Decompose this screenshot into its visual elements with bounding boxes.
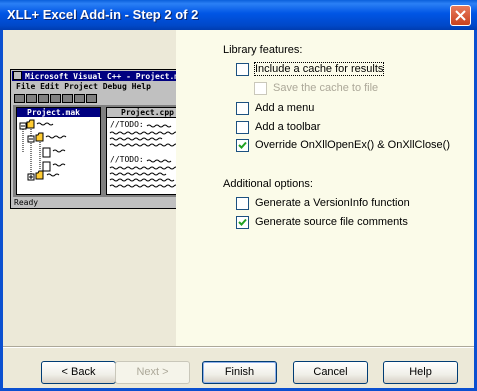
include-cache-label[interactable]: Include a cache for results xyxy=(253,62,385,76)
back-button[interactable]: < Back xyxy=(41,361,116,384)
save-cache-label: Save the cache to file xyxy=(273,82,379,94)
include-cache-checkbox[interactable]: Include a cache for results xyxy=(236,62,396,78)
add-toolbar-box[interactable] xyxy=(236,121,249,134)
library-features-heading: Library features: xyxy=(223,44,303,56)
illustration-app-title: Microsoft Visual C++ - Project.mak xyxy=(12,71,197,81)
add-menu-box[interactable] xyxy=(236,102,249,115)
source-comments-checkbox[interactable]: Generate source file comments xyxy=(236,215,436,231)
help-button[interactable]: Help xyxy=(383,361,458,384)
illustration-status-text: Ready xyxy=(14,198,39,207)
button-separator-highlight xyxy=(3,347,474,348)
illustration-toolbar-button xyxy=(86,94,97,103)
illustration-menu-project: Project xyxy=(64,82,98,91)
system-menu-icon xyxy=(13,71,22,80)
versioninfo-label[interactable]: Generate a VersionInfo function xyxy=(255,197,410,209)
additional-options-heading: Additional options: xyxy=(223,178,313,190)
finish-button[interactable]: Finish xyxy=(202,361,277,384)
illustration-ide-window: Microsoft Visual C++ - Project.mak File … xyxy=(10,69,199,209)
illustration-menu-debug: Debug xyxy=(102,82,127,91)
checkmark-icon xyxy=(238,141,247,149)
wizard-illustration: Microsoft Visual C++ - Project.mak File … xyxy=(3,30,199,346)
add-menu-label[interactable]: Add a menu xyxy=(255,102,314,114)
include-cache-box[interactable] xyxy=(236,63,249,76)
illustration-app-title-text: Microsoft Visual C++ - Project.mak xyxy=(25,72,189,81)
close-button[interactable] xyxy=(450,5,471,26)
illustration-menu-bar: File Edit Project Debug Help xyxy=(16,82,151,91)
versioninfo-box[interactable] xyxy=(236,197,249,210)
illustration-toolbar-button xyxy=(62,94,73,103)
illustration-menu-help: Help xyxy=(131,82,151,91)
source-comments-label[interactable]: Generate source file comments xyxy=(255,216,408,228)
illustration-toolbar-button xyxy=(14,94,25,103)
override-open-close-checkbox[interactable]: Override OnXllOpenEx() & OnXllClose() xyxy=(236,138,466,154)
window-title: XLL+ Excel Add-in - Step 2 of 2 xyxy=(7,7,199,22)
project-tree-icon xyxy=(19,119,67,181)
illustration-toolbar-button xyxy=(50,94,61,103)
options-panel: Library features: Include a cache for re… xyxy=(176,30,474,346)
title-bar[interactable]: XLL+ Excel Add-in - Step 2 of 2 xyxy=(0,0,477,30)
close-icon xyxy=(455,10,466,21)
checkmark-icon xyxy=(238,218,247,226)
override-open-close-box[interactable] xyxy=(236,139,249,152)
next-button: Next > xyxy=(115,361,190,384)
illustration-mdi-area: Project.mak Project.cpp //TODO: //TODO: xyxy=(13,105,196,197)
override-open-close-label[interactable]: Override OnXllOpenEx() & OnXllClose() xyxy=(255,139,450,151)
illustration-toolbar-button xyxy=(26,94,37,103)
illustration-project-pane: Project.mak xyxy=(16,107,101,195)
illustration-menu-file: File xyxy=(16,82,36,91)
versioninfo-checkbox[interactable]: Generate a VersionInfo function xyxy=(236,196,436,212)
illustration-toolbar-button xyxy=(74,94,85,103)
add-toolbar-label[interactable]: Add a toolbar xyxy=(255,121,320,133)
add-menu-checkbox[interactable]: Add a menu xyxy=(236,101,336,117)
wizard-body: Microsoft Visual C++ - Project.mak File … xyxy=(3,30,474,388)
save-cache-box xyxy=(254,82,267,95)
illustration-project-title: Project.mak xyxy=(17,108,100,117)
illustration-menu-edit: Edit xyxy=(40,82,60,91)
illustration-toolbar-button xyxy=(38,94,49,103)
source-comments-box[interactable] xyxy=(236,216,249,229)
add-toolbar-checkbox[interactable]: Add a toolbar xyxy=(236,120,336,136)
save-cache-checkbox: Save the cache to file xyxy=(254,81,394,97)
cancel-button[interactable]: Cancel xyxy=(293,361,368,384)
